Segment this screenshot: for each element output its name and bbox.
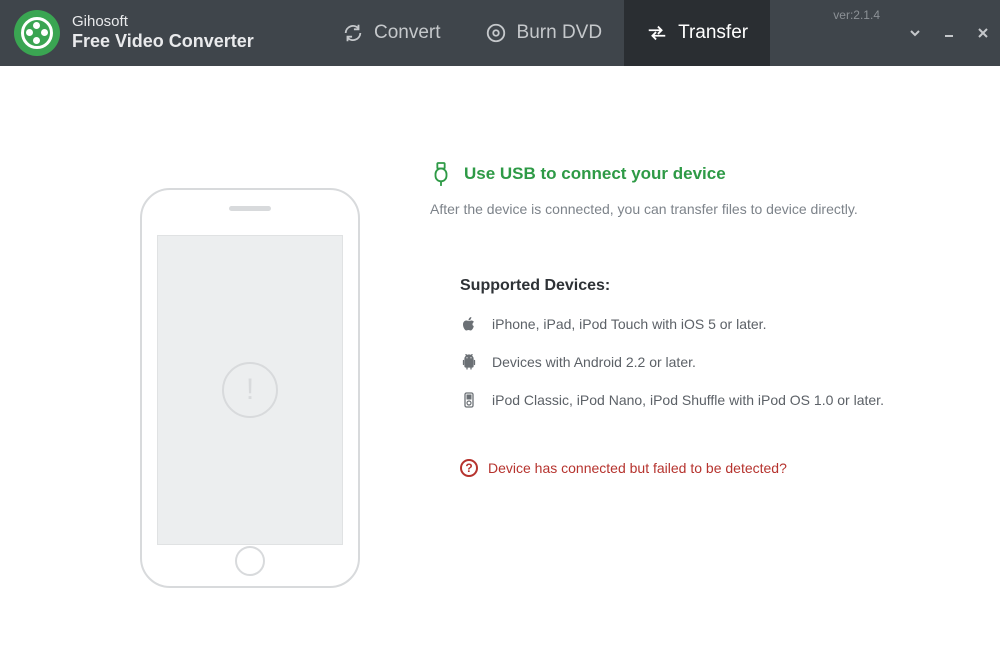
transfer-icon: [646, 22, 668, 44]
phone-outline-icon: !: [140, 188, 360, 588]
menu-dropdown-button[interactable]: [898, 0, 932, 66]
device-item-apple: iPhone, iPad, iPod Touch with iOS 5 or l…: [460, 315, 950, 333]
supported-devices-list: iPhone, iPad, iPod Touch with iOS 5 or l…: [460, 315, 950, 409]
connect-heading: Use USB to connect your device: [430, 161, 950, 187]
chevron-down-icon: [909, 27, 921, 39]
exclamation-icon: !: [222, 362, 278, 418]
brand-block: Gihosoft Free Video Converter: [0, 0, 320, 66]
titlebar-right: ver:2.1.4: [833, 0, 1000, 66]
refresh-icon: [342, 22, 364, 44]
apple-icon: [460, 315, 478, 333]
brand-text: Gihosoft Free Video Converter: [72, 13, 254, 53]
connect-title-text: Use USB to connect your device: [464, 164, 726, 184]
app-logo-icon: [14, 10, 60, 56]
minimize-button[interactable]: [932, 0, 966, 66]
main-tabs: Convert Burn DVD Transfer: [320, 0, 770, 66]
tab-transfer[interactable]: Transfer: [624, 0, 770, 66]
tab-convert-label: Convert: [374, 22, 441, 44]
minimize-icon: [943, 27, 955, 39]
tab-burn-label: Burn DVD: [517, 22, 603, 44]
device-android-text: Devices with Android 2.2 or later.: [492, 354, 696, 370]
supported-devices-heading: Supported Devices:: [460, 277, 950, 295]
close-button[interactable]: [966, 0, 1000, 66]
phone-speaker-icon: [229, 206, 271, 211]
ipod-icon: [460, 391, 478, 409]
device-ipod-text: iPod Classic, iPod Nano, iPod Shuffle wi…: [492, 392, 884, 408]
device-item-android: Devices with Android 2.2 or later.: [460, 353, 950, 371]
phone-screen: !: [157, 235, 343, 545]
content-area: ! Use USB to connect your device After t…: [0, 66, 1000, 650]
info-column: Use USB to connect your device After the…: [400, 106, 950, 610]
close-icon: [977, 27, 989, 39]
phone-illustration-column: !: [100, 106, 400, 610]
tab-transfer-label: Transfer: [678, 22, 748, 44]
tab-burn-dvd[interactable]: Burn DVD: [463, 0, 625, 66]
android-icon: [460, 353, 478, 371]
question-icon: ?: [460, 459, 478, 477]
usb-icon: [430, 161, 452, 187]
brand-product: Free Video Converter: [72, 31, 254, 53]
disc-icon: [485, 22, 507, 44]
detection-help-text: Device has connected but failed to be de…: [488, 460, 787, 476]
tab-convert[interactable]: Convert: [320, 0, 463, 66]
phone-home-button-icon: [235, 546, 265, 576]
titlebar: Gihosoft Free Video Converter Convert Bu…: [0, 0, 1000, 66]
connect-subtext: After the device is connected, you can t…: [430, 201, 950, 217]
device-item-ipod: iPod Classic, iPod Nano, iPod Shuffle wi…: [460, 391, 950, 409]
detection-help-link[interactable]: ? Device has connected but failed to be …: [460, 459, 950, 477]
device-apple-text: iPhone, iPad, iPod Touch with iOS 5 or l…: [492, 316, 766, 332]
version-label: ver:2.1.4: [833, 0, 898, 22]
brand-name: Gihosoft: [72, 13, 254, 31]
